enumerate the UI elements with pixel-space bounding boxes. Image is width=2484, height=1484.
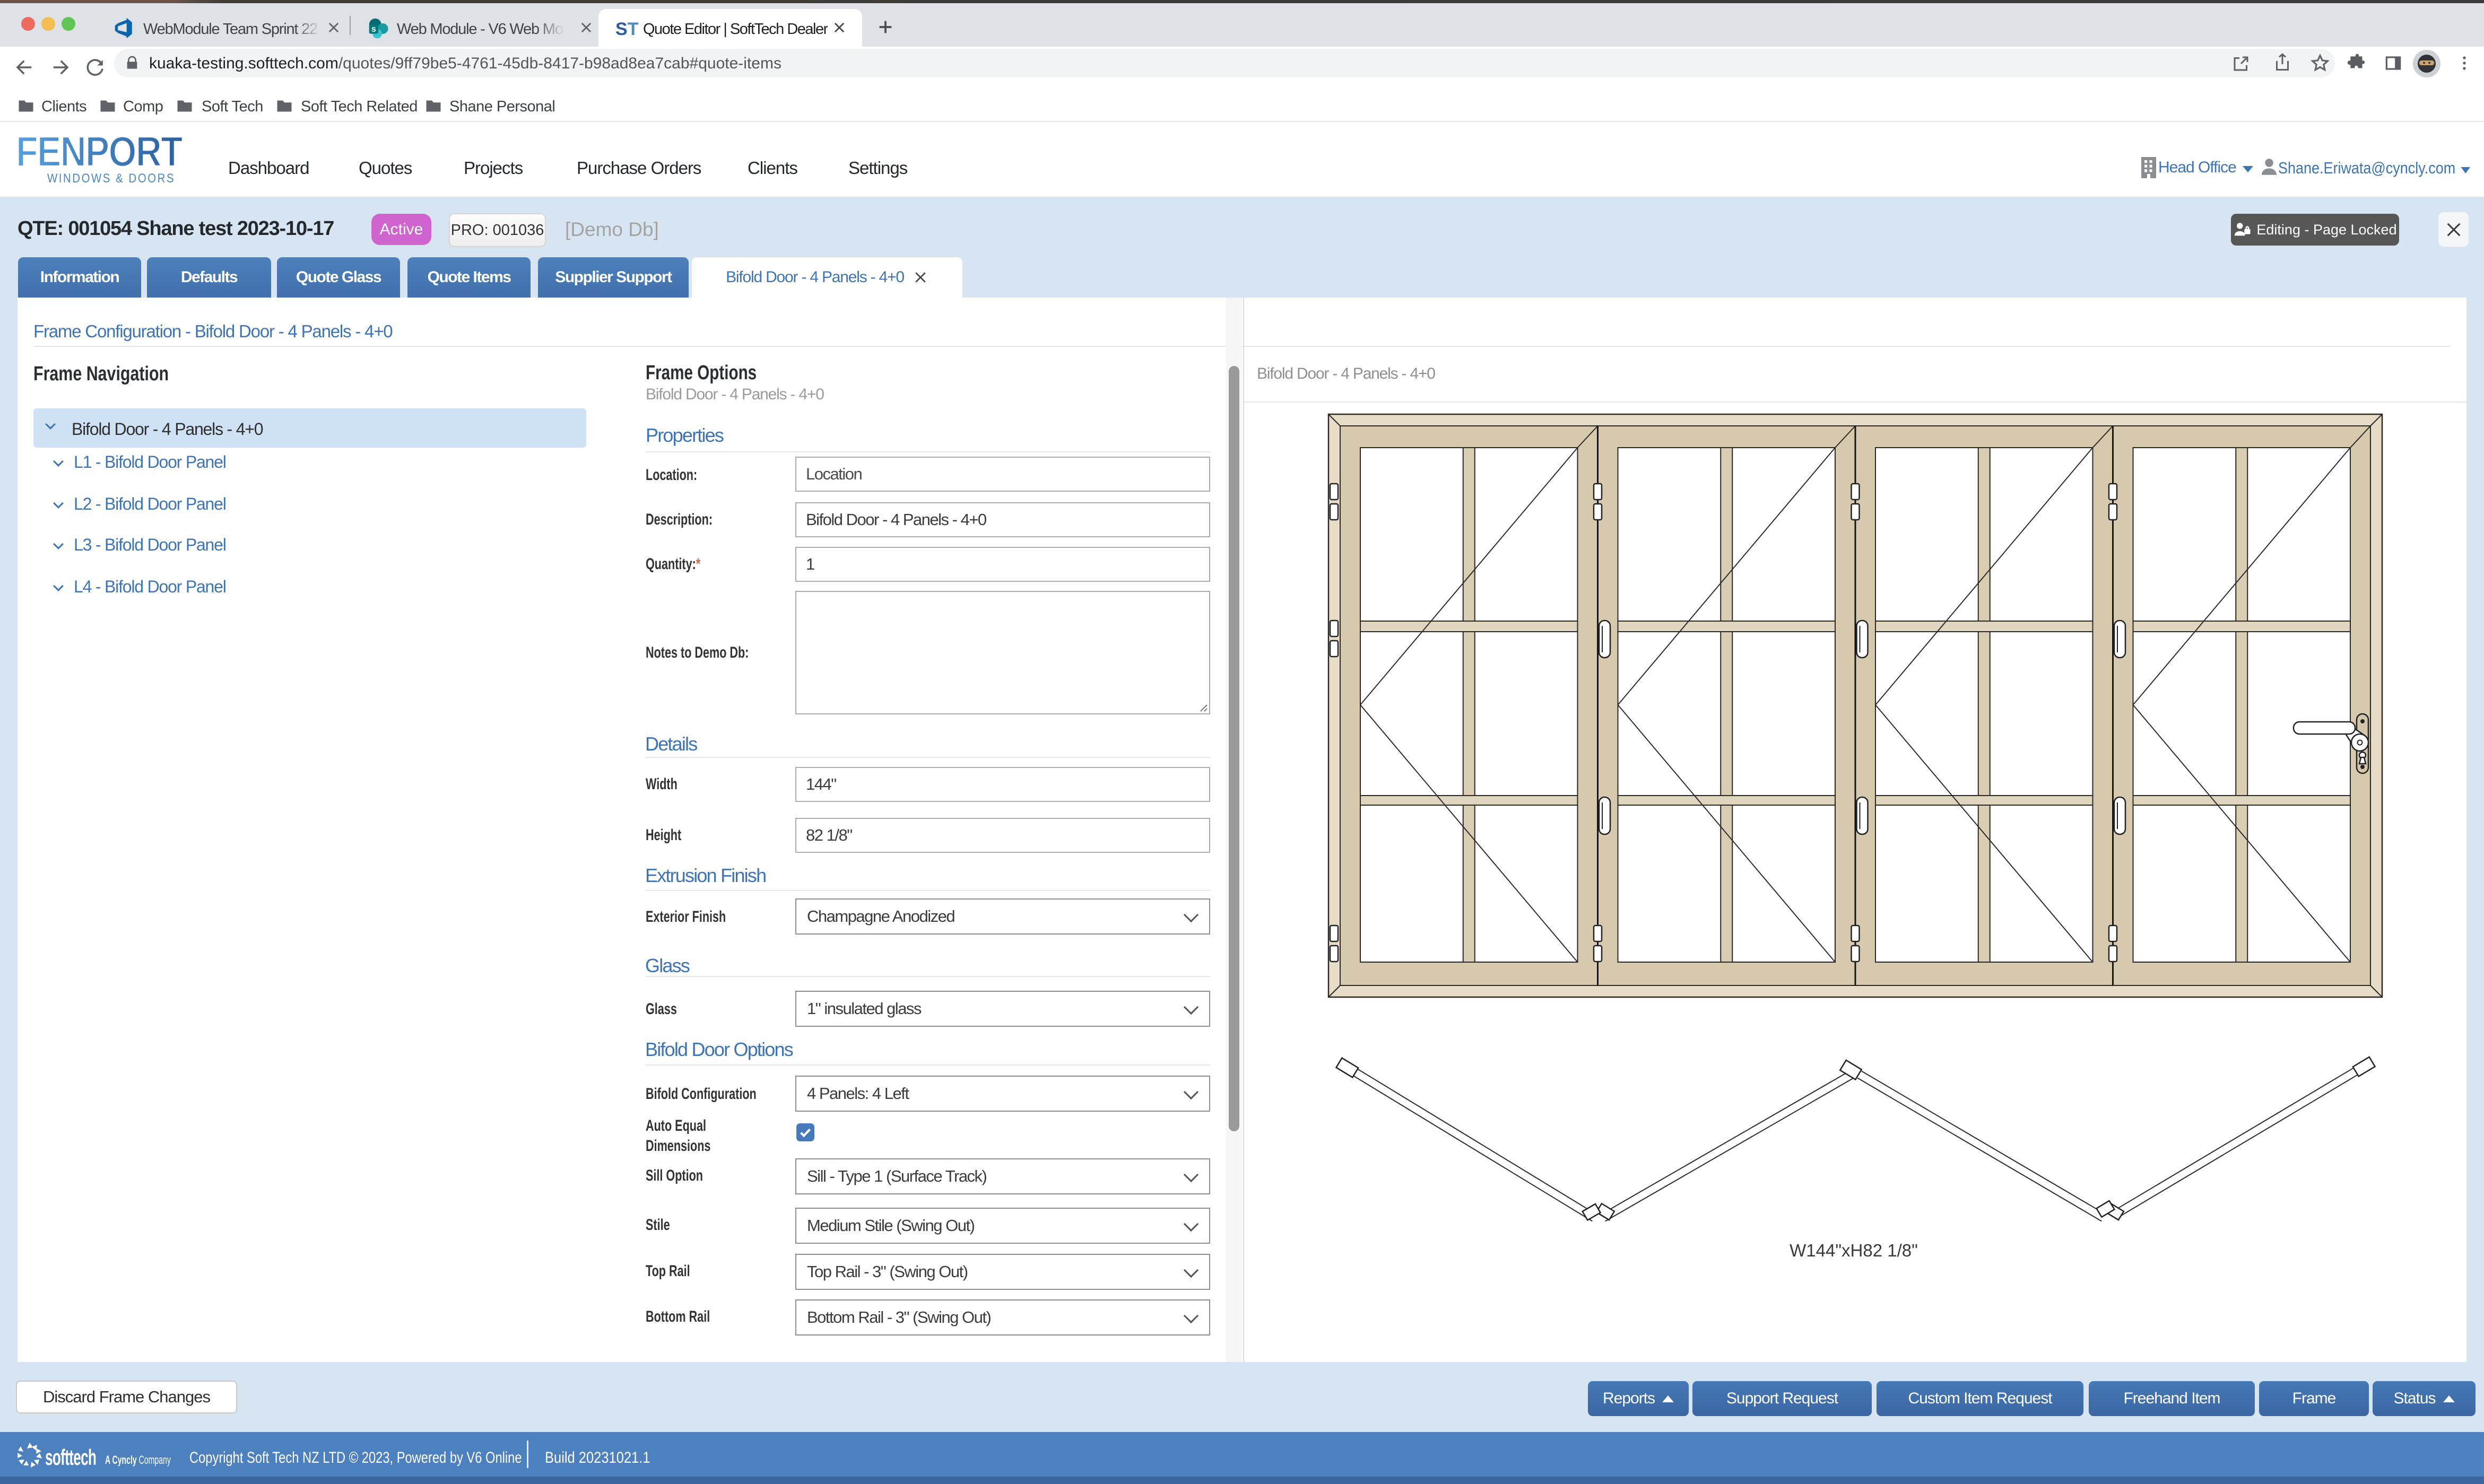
svg-text:s: s [371,24,376,34]
svg-text:W144"xH82 1/8": W144"xH82 1/8" [1790,1241,1918,1260]
